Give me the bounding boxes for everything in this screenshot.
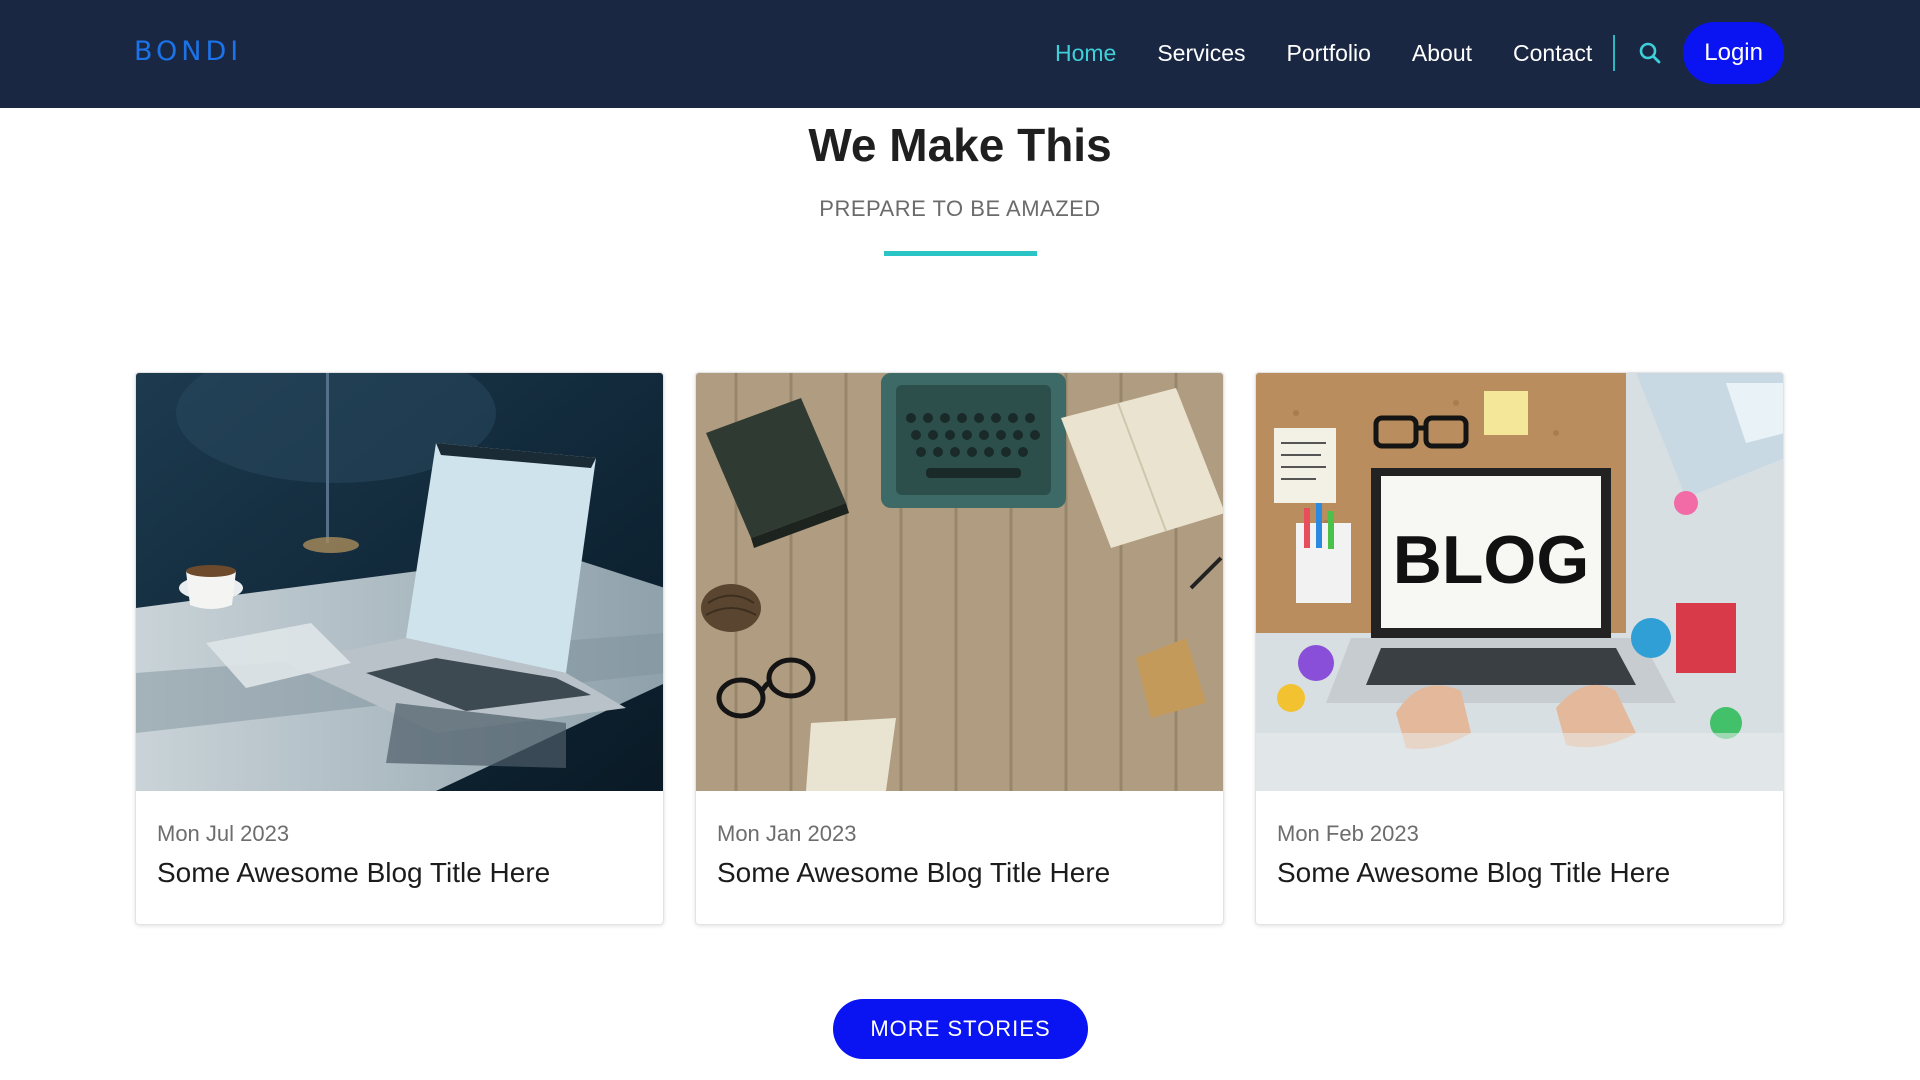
- card-date: Mon Jul 2023: [157, 821, 290, 846]
- card-title[interactable]: Some Awesome Blog Title Here: [1277, 857, 1670, 889]
- more-stories-button[interactable]: MORE STORIES: [833, 999, 1088, 1059]
- blog-card[interactable]: Mon Jan 2023 Some Awesome Blog Title Her…: [695, 372, 1224, 925]
- card-title[interactable]: Some Awesome Blog Title Here: [717, 857, 1110, 889]
- card-title[interactable]: Some Awesome Blog Title Here: [157, 857, 550, 889]
- navbar: BONDI Home Services Portfolio About Cont…: [0, 0, 1920, 108]
- nav-link-contact[interactable]: Contact: [1513, 40, 1592, 67]
- nav-link-home[interactable]: Home: [1055, 40, 1116, 67]
- search-icon[interactable]: [1633, 36, 1667, 70]
- nav-link-services[interactable]: Services: [1157, 40, 1245, 67]
- typewriter-on-wood-image[interactable]: [696, 373, 1223, 791]
- nav-link-about[interactable]: About: [1412, 40, 1472, 67]
- blog-screen-text: BLOG: [1393, 522, 1589, 598]
- login-button[interactable]: Login: [1683, 22, 1784, 84]
- card-date: Mon Feb 2023: [1277, 821, 1419, 846]
- blog-cards: Mon Jul 2023 Some Awesome Blog Title Her…: [135, 372, 1785, 925]
- brand-logo[interactable]: BONDI: [134, 36, 242, 67]
- section-subtitle: PREPARE TO BE AMAZED: [819, 196, 1101, 221]
- nav-links: Home Services Portfolio About Contact Lo…: [1055, 22, 1784, 84]
- nav-link-portfolio[interactable]: Portfolio: [1287, 40, 1371, 67]
- title-underline: [884, 251, 1037, 256]
- blog-laptop-image[interactable]: BLOG: [1256, 373, 1783, 791]
- section-title: We Make This: [808, 119, 1112, 171]
- card-date: Mon Jan 2023: [717, 821, 857, 846]
- nav-divider: [1613, 35, 1616, 71]
- blog-card[interactable]: BLOG Mon Feb 2023 Some Awesome Blog Titl…: [1255, 372, 1784, 925]
- blog-card[interactable]: Mon Jul 2023 Some Awesome Blog Title Her…: [135, 372, 664, 925]
- laptop-on-desk-image[interactable]: [136, 373, 663, 791]
